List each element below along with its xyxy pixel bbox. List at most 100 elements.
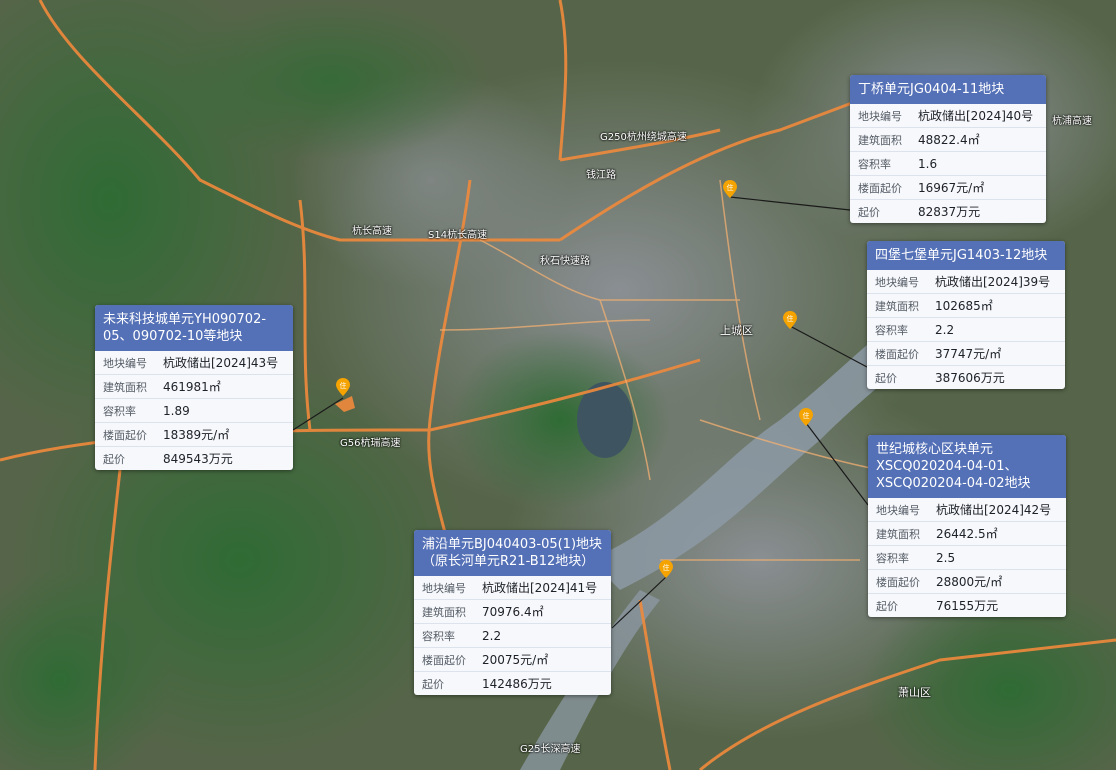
row-key: 容积率 [422,629,455,643]
road-label: G56杭瑞高速 [340,438,401,449]
parcel-row-area: 建筑面积 461981㎡ [95,375,293,399]
svg-text:住: 住 [663,563,670,572]
row-value: 2.5 [936,550,956,565]
row-key: 起价 [103,452,125,466]
parcel-title: 丁桥单元JG0404-11地块 [850,75,1046,104]
row-key: 起价 [875,371,897,385]
row-key: 起价 [422,677,444,691]
land-parcel-pin[interactable]: 住 [723,180,737,198]
row-value: 461981㎡ [163,380,221,394]
parcel-info-card[interactable]: 浦沿单元BJ040403-05(1)地块（原长河单元R21-B12地块） 地块编… [414,530,611,695]
svg-text:住: 住 [803,411,810,420]
parcel-row-area: 建筑面积 26442.5㎡ [868,522,1066,546]
road-label: G25长深高速 [520,744,581,755]
row-value: 28800元/㎡ [936,575,1003,589]
svg-text:住: 住 [787,314,794,323]
row-key: 地块编号 [876,503,920,517]
parcel-row-floor-price: 楼面起价 18389元/㎡ [95,423,293,447]
road-label: 杭长高速 [352,226,392,237]
row-value: 杭政储出[2024]43号 [163,356,279,370]
parcel-info-card[interactable]: 丁桥单元JG0404-11地块 地块编号 杭政储出[2024]40号 建筑面积 48… [850,75,1046,223]
svg-text:住: 住 [727,183,734,192]
road-label: 秋石快速路 [540,256,590,267]
parcel-row-start-price: 起价 76155万元 [868,594,1066,617]
parcel-row-far: 容积率 2.2 [867,318,1065,342]
district-label: 萧山区 [898,686,931,699]
parcel-row-far: 容积率 2.5 [868,546,1066,570]
row-key: 楼面起价 [422,653,466,667]
row-key: 容积率 [875,323,908,337]
row-value: 37747元/㎡ [935,347,1002,361]
row-key: 建筑面积 [875,299,919,313]
parcel-title: 未来科技城单元YH090702-05、090702-10等地块 [95,305,293,351]
parcel-title: 四堡七堡单元JG1403-12地块 [867,241,1065,270]
row-value: 849543万元 [163,452,233,466]
land-parcel-pin[interactable]: 住 [799,408,813,426]
parcel-info-card[interactable]: 未来科技城单元YH090702-05、090702-10等地块 地块编号 杭政储出… [95,305,293,470]
parcel-row-start-price: 起价 82837万元 [850,200,1046,223]
parcel-row-floor-price: 楼面起价 37747元/㎡ [867,342,1065,366]
row-value: 18389元/㎡ [163,428,230,442]
row-value: 2.2 [935,322,955,337]
parcel-row-far: 容积率 2.2 [414,624,611,648]
parcel-row-far: 容积率 1.89 [95,399,293,423]
parcel-row-floor-price: 楼面起价 16967元/㎡ [850,176,1046,200]
parcel-info-card[interactable]: 四堡七堡单元JG1403-12地块 地块编号 杭政储出[2024]39号 建筑面积… [867,241,1065,389]
parcel-row-area: 建筑面积 70976.4㎡ [414,600,611,624]
row-key: 建筑面积 [876,527,920,541]
row-value: 1.89 [163,403,190,418]
svg-text:住: 住 [340,381,347,390]
row-value: 70976.4㎡ [482,605,544,619]
row-key: 楼面起价 [103,428,147,442]
parcel-row-area: 建筑面积 102685㎡ [867,294,1065,318]
land-parcel-pin[interactable]: 住 [783,311,797,329]
row-value: 2.2 [482,628,502,643]
row-key: 起价 [858,205,880,219]
land-parcel-pin[interactable]: 住 [659,560,673,578]
row-key: 地块编号 [875,275,919,289]
row-value: 杭政储出[2024]39号 [935,275,1051,289]
row-value: 76155万元 [936,599,999,613]
row-value: 杭政储出[2024]40号 [918,109,1034,123]
parcel-row-floor-price: 楼面起价 28800元/㎡ [868,570,1066,594]
row-value: 16967元/㎡ [918,181,985,195]
road-label: 杭浦高速 [1052,116,1092,127]
parcel-info-card[interactable]: 世纪城核心区块单元XSCQ020204-04-01、XSCQ020204-04-… [868,435,1066,617]
parcel-title: 浦沿单元BJ040403-05(1)地块（原长河单元R21-B12地块） [414,530,611,576]
row-key: 楼面起价 [876,575,920,589]
parcel-row-start-price: 起价 142486万元 [414,672,611,695]
row-value: 142486万元 [482,677,552,691]
row-value: 387606万元 [935,371,1005,385]
parcel-row-id: 地块编号 杭政储出[2024]40号 [850,104,1046,128]
row-value: 杭政储出[2024]41号 [482,581,598,595]
parcel-row-start-price: 起价 849543万元 [95,447,293,470]
road-label: 钱江路 [586,170,616,181]
parcel-row-far: 容积率 1.6 [850,152,1046,176]
row-key: 楼面起价 [858,181,902,195]
row-key: 容积率 [858,157,891,171]
parcel-row-id: 地块编号 杭政储出[2024]39号 [867,270,1065,294]
row-key: 建筑面积 [858,133,902,147]
row-key: 起价 [876,599,898,613]
row-value: 杭政储出[2024]42号 [936,503,1052,517]
row-key: 地块编号 [858,109,902,123]
row-value: 26442.5㎡ [936,527,998,541]
parcel-row-floor-price: 楼面起价 20075元/㎡ [414,648,611,672]
row-value: 48822.4㎡ [918,133,980,147]
row-value: 1.6 [918,156,938,171]
row-key: 地块编号 [103,356,147,370]
parcel-title: 世纪城核心区块单元XSCQ020204-04-01、XSCQ020204-04-… [868,435,1066,498]
land-parcel-pin[interactable]: 住 [336,378,350,396]
row-key: 地块编号 [422,581,466,595]
row-key: 容积率 [103,404,136,418]
parcel-row-id: 地块编号 杭政储出[2024]42号 [868,498,1066,522]
parcel-row-id: 地块编号 杭政储出[2024]41号 [414,576,611,600]
row-value: 102685㎡ [935,299,993,313]
row-value: 20075元/㎡ [482,653,549,667]
road-label: G250杭州绕城高速 [600,132,687,143]
district-label: 上城区 [720,324,753,337]
road-label: S14杭长高速 [428,230,488,241]
row-value: 82837万元 [918,205,981,219]
parcel-row-id: 地块编号 杭政储出[2024]43号 [95,351,293,375]
parcel-row-start-price: 起价 387606万元 [867,366,1065,389]
